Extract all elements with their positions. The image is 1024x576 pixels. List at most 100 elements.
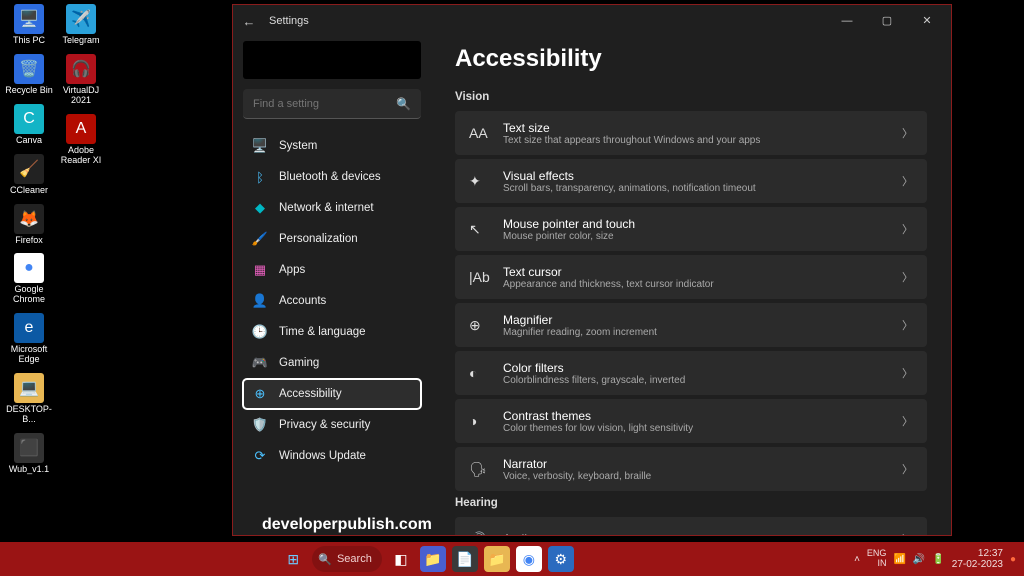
card-subtitle: Voice, verbosity, keyboard, braille [503, 471, 902, 482]
nav-item-windows-update[interactable]: ⟳Windows Update [243, 441, 421, 471]
desktop-icon[interactable]: ●Google Chrome [4, 253, 54, 305]
language-indicator[interactable]: ENGIN [867, 549, 887, 569]
chrome-icon: ● [14, 253, 44, 283]
nav-item-gaming[interactable]: 🎮Gaming [243, 348, 421, 378]
desktop-icon[interactable]: 💻DESKTOP-B... [4, 373, 54, 425]
nav-label: Bluetooth & devices [279, 171, 381, 183]
chevron-right-icon: 〉 [902, 221, 913, 237]
nav-icon: ⊕ [251, 385, 269, 403]
nav-item-system[interactable]: 🖥️System [243, 131, 421, 161]
nav-label: Time & language [279, 326, 366, 338]
taskbar-app[interactable]: 📄 [452, 546, 478, 572]
setting-card-narrator[interactable]: 🗣NarratorVoice, verbosity, keyboard, bra… [455, 447, 927, 491]
card-subtitle: Appearance and thickness, text cursor in… [503, 279, 902, 290]
maximize-button[interactable]: ▢ [867, 7, 907, 35]
nav-item-privacy-security[interactable]: 🛡️Privacy & security [243, 410, 421, 440]
desktop-icon[interactable]: 🖥️This PC [4, 4, 54, 46]
settings-window: ← Settings — ▢ ✕ 🔍 🖥️SystemᛒBluetooth & … [232, 4, 952, 536]
nav-icon: 🕒 [251, 323, 269, 341]
nav-label: Gaming [279, 357, 319, 369]
card-subtitle: Colorblindness filters, grayscale, inver… [503, 375, 902, 386]
nav-item-bluetooth-devices[interactable]: ᛒBluetooth & devices [243, 162, 421, 192]
taskbar-app[interactable]: ◉ [516, 546, 542, 572]
desktop-icon[interactable]: 🎧VirtualDJ 2021 [56, 54, 106, 106]
close-button[interactable]: ✕ [907, 7, 947, 35]
card-subtitle: Magnifier reading, zoom increment [503, 327, 902, 338]
setting-card-magnifier[interactable]: ⊕MagnifierMagnifier reading, zoom increm… [455, 303, 927, 347]
nav-icon: 👤 [251, 292, 269, 310]
main-content[interactable]: Accessibility Vision A͏AText sizeText si… [431, 37, 951, 535]
search-icon: 🔍 [396, 97, 411, 111]
battery-icon[interactable]: 🔋 [932, 554, 944, 565]
desktop-icon[interactable]: 🦊Firefox [4, 204, 54, 246]
card-icon: |Ab [469, 269, 489, 285]
notification-icon[interactable]: ● [1010, 554, 1016, 565]
start-button[interactable]: ⊞ [280, 546, 306, 572]
desktop-icon[interactable]: 🗑️Recycle Bin [4, 54, 54, 96]
setting-card-text-cursor[interactable]: |Ab Text cursorAppearance and thickness, … [455, 255, 927, 299]
card-icon: ◐ [469, 365, 489, 381]
setting-card-contrast-themes[interactable]: ◑Contrast themesColor themes for low vis… [455, 399, 927, 443]
nav-item-time-language[interactable]: 🕒 Time & language [243, 317, 421, 347]
card-title: Text cursor [503, 265, 902, 279]
setting-card-visual-effects[interactable]: ✦Visual effectsScroll bars, transparency… [455, 159, 927, 203]
nav-item-network-internet[interactable]: ◆Network & internet [243, 193, 421, 223]
taskbar-app[interactable]: 📁 [420, 546, 446, 572]
watermark: developerpublish.com [262, 516, 432, 534]
card-icon: ✦ [469, 173, 489, 190]
page-title: Accessibility [455, 45, 927, 73]
pc-icon: 🖥️ [14, 4, 44, 34]
setting-card-mouse-pointer-and-touch[interactable]: ↖Mouse pointer and touchMouse pointer co… [455, 207, 927, 251]
nav-icon: ◆ [251, 199, 269, 217]
card-subtitle: Mouse pointer color, size [503, 231, 902, 242]
window-title: Settings [269, 15, 827, 27]
nav-item-apps[interactable]: ▦ Apps [243, 255, 421, 285]
card-subtitle: Color themes for low vision, light sensi… [503, 423, 902, 434]
setting-card-text-size[interactable]: A͏AText sizeText size that appears throu… [455, 111, 927, 155]
app-icon: ⬛ [14, 433, 44, 463]
audio-icon: 🔊 [469, 531, 489, 536]
minimize-button[interactable]: — [827, 7, 867, 35]
card-icon: ⊕ [469, 317, 489, 334]
adobe-icon: A [66, 114, 96, 144]
desktop-icon[interactable]: CCanva [4, 104, 54, 146]
clock[interactable]: 12:3727-02-2023 [952, 548, 1003, 571]
nav-item-accessibility[interactable]: ⊕Accessibility [243, 379, 421, 409]
nav-item-personalization[interactable]: 🖌️Personalization [243, 224, 421, 254]
search-input[interactable] [253, 98, 396, 110]
edge-icon: e [14, 313, 44, 343]
settings-search[interactable]: 🔍 [243, 89, 421, 119]
taskbar-search[interactable]: 🔍Search [312, 546, 382, 572]
trash-icon: 🗑️ [14, 54, 44, 84]
card-subtitle: Text size that appears throughout Window… [503, 135, 902, 146]
setting-card-audio[interactable]: 🔊 Audio 〉 [455, 517, 927, 535]
chevron-right-icon: 〉 [902, 269, 913, 285]
card-icon: ◑ [469, 413, 489, 429]
nav-label: Apps [279, 264, 305, 276]
wifi-icon[interactable]: 📶 [893, 554, 905, 565]
desktop-icon[interactable]: AAdobe Reader XI [56, 114, 106, 166]
chevron-right-icon: 〉 [902, 173, 913, 189]
desktop-icon[interactable]: ⬛Wub_v1.1 [4, 433, 54, 475]
desktop: 🖥️This PC 🗑️Recycle Bin CCanva 🧹CCleaner… [4, 4, 106, 483]
desktop-icon[interactable]: ✈️Telegram [56, 4, 106, 46]
task-view-button[interactable]: ◧ [388, 546, 414, 572]
chevron-right-icon: 〉 [902, 413, 913, 429]
user-account-box[interactable] [243, 41, 421, 79]
taskbar-app[interactable]: 📁 [484, 546, 510, 572]
desktop-icon[interactable]: 🧹CCleaner [4, 154, 54, 196]
volume-icon[interactable]: 🔊 [913, 554, 925, 565]
taskbar-app-settings[interactable]: ⚙ [548, 546, 574, 572]
nav-label: Accounts [279, 295, 326, 307]
nav-icon: ▦ [251, 261, 269, 279]
nav-item-accounts[interactable]: 👤 Accounts [243, 286, 421, 316]
setting-card-color-filters[interactable]: ◐Color filtersColorblindness filters, gr… [455, 351, 927, 395]
folder-icon: 💻 [14, 373, 44, 403]
back-button[interactable]: ← [237, 14, 261, 29]
nav-icon: 🛡️ [251, 416, 269, 434]
virtualdj-icon: 🎧 [66, 54, 96, 84]
telegram-icon: ✈️ [66, 4, 96, 34]
tray-chevron-icon[interactable]: ˄ [854, 554, 860, 565]
card-title: Narrator [503, 457, 902, 471]
desktop-icon[interactable]: eMicrosoft Edge [4, 313, 54, 365]
